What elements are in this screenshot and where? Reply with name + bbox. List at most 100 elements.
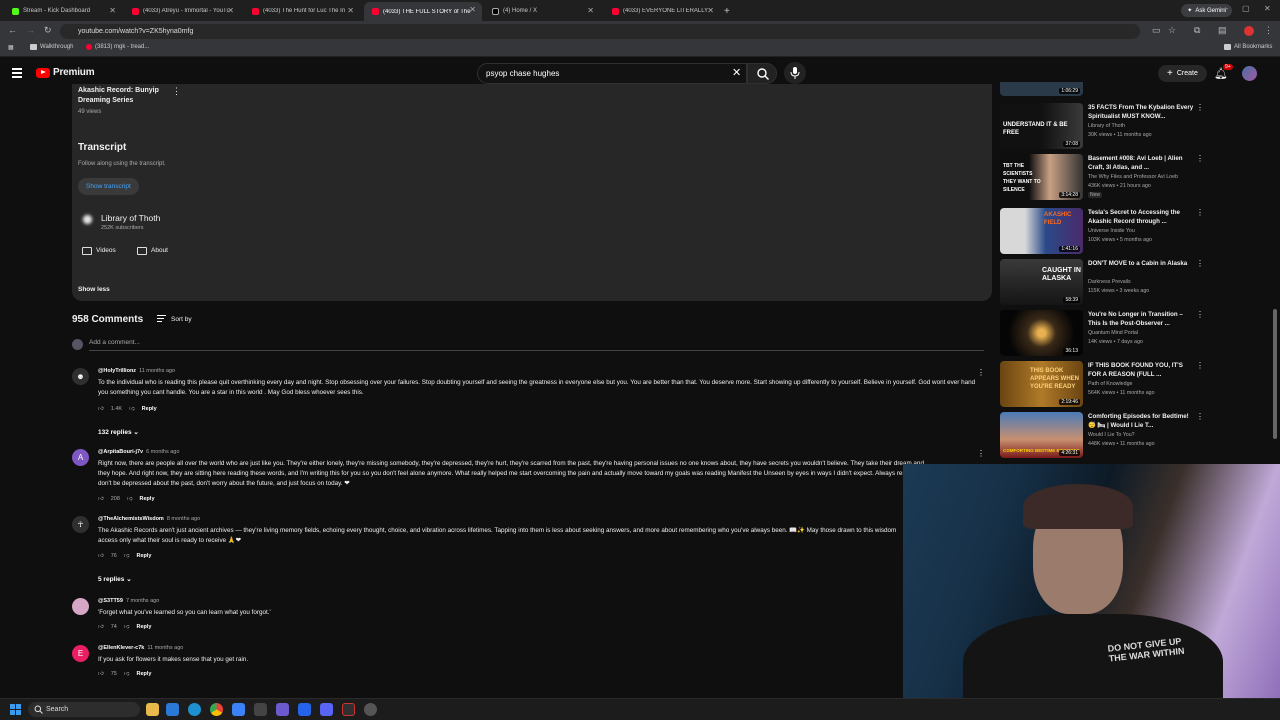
app-icon[interactable] bbox=[254, 703, 267, 716]
video-thumbnail[interactable]: 36:13 bbox=[1000, 310, 1083, 356]
comment-author[interactable]: @ArpitaBouri-j7v 6 months ago bbox=[98, 449, 179, 455]
new-tab-button[interactable]: + bbox=[722, 3, 736, 19]
recommendation-item[interactable]: TBT THE SCIENTISTS THEY WANT TO SILENCE 3… bbox=[1000, 154, 1205, 202]
browser-tab[interactable]: (4) Home / X ✕ bbox=[484, 3, 600, 19]
close-icon[interactable]: ✕ bbox=[347, 6, 354, 15]
browser-tab[interactable]: Stream - Kick Dashboard ✕ bbox=[4, 3, 122, 19]
clear-search-icon[interactable]: ✕ bbox=[732, 66, 741, 79]
maximize-icon[interactable]: ▢ bbox=[1242, 4, 1250, 13]
comment-author[interactable]: @HolyTrillionz 11 months ago bbox=[98, 368, 175, 374]
menu-dots-icon[interactable]: ⋮ bbox=[1264, 25, 1273, 36]
bookmark-walkthrough[interactable]: Walkthrough bbox=[30, 44, 73, 50]
videos-button[interactable]: Videos bbox=[82, 243, 116, 258]
video-thumbnail[interactable]: 1:06:29 bbox=[1000, 82, 1083, 96]
apps-icon[interactable]: ▦ bbox=[8, 44, 14, 51]
replies-toggle[interactable]: 132 replies ⌄ bbox=[98, 428, 139, 436]
store-icon[interactable] bbox=[166, 703, 179, 716]
thumbs-up-icon[interactable]: 👍︎ bbox=[98, 624, 104, 630]
video-thumbnail[interactable]: COMFORTING BEDTIME EPISODES 4:26:31 bbox=[1000, 412, 1083, 458]
file-explorer-icon[interactable] bbox=[146, 703, 159, 716]
more-vert-icon[interactable]: ⋮ bbox=[1196, 361, 1204, 370]
more-vert-icon[interactable]: ⋮ bbox=[977, 368, 985, 377]
thumbs-up-icon[interactable]: 👍︎ bbox=[98, 496, 104, 502]
recommendation-item[interactable]: UNDERSTAND IT & BE FREE 37:08 35 FACTS Fr… bbox=[1000, 103, 1205, 151]
show-less-button[interactable]: Show less bbox=[78, 286, 110, 293]
more-vert-icon[interactable]: ⋮ bbox=[1196, 310, 1204, 319]
add-comment-input[interactable]: Add a comment... bbox=[89, 339, 984, 351]
close-window-icon[interactable]: ✕ bbox=[1264, 4, 1271, 13]
extensions-icon[interactable]: ⧉ bbox=[1194, 25, 1200, 36]
video-thumbnail[interactable]: THIS BOOK APPEARS WHEN YOU'RE READY 2:19:… bbox=[1000, 361, 1083, 407]
recommendation-item[interactable]: THIS BOOK APPEARS WHEN YOU'RE READY 2:19:… bbox=[1000, 361, 1205, 409]
recommendation-item[interactable]: AKASHIC FIELD 1:41:16 Tesla's Secret to A… bbox=[1000, 208, 1205, 256]
thumbs-down-icon[interactable]: 👎︎ bbox=[127, 496, 133, 502]
reply-button[interactable]: Reply bbox=[136, 671, 151, 677]
reply-button[interactable]: Reply bbox=[142, 406, 157, 412]
app-icon[interactable] bbox=[298, 703, 311, 716]
recommendation-item[interactable]: 1:06:29 bbox=[1000, 82, 1205, 96]
thumbs-down-icon[interactable]: 👎︎ bbox=[124, 671, 130, 677]
recommendation-item[interactable]: 36:13 You're No Longer in Transition – T… bbox=[1000, 310, 1205, 358]
avatar[interactable] bbox=[72, 598, 89, 615]
recommendation-item[interactable]: COMFORTING BEDTIME EPISODES 4:26:31 Comfo… bbox=[1000, 412, 1205, 460]
thumbs-down-icon[interactable]: 👎︎ bbox=[124, 624, 130, 630]
discord-icon[interactable] bbox=[320, 703, 333, 716]
reply-button[interactable]: Reply bbox=[136, 624, 151, 630]
video-thumbnail[interactable]: AKASHIC FIELD 1:41:16 bbox=[1000, 208, 1083, 254]
replies-toggle[interactable]: 5 replies ⌄ bbox=[98, 575, 132, 583]
search-button[interactable] bbox=[747, 63, 777, 84]
video-thumbnail[interactable]: UNDERSTAND IT & BE FREE 37:08 bbox=[1000, 103, 1083, 149]
more-vert-icon[interactable]: ⋮ bbox=[1196, 412, 1204, 421]
all-bookmarks[interactable]: All Bookmarks bbox=[1224, 44, 1272, 50]
chrome-icon[interactable] bbox=[210, 703, 223, 716]
cast-icon[interactable]: ▭ bbox=[1152, 25, 1161, 36]
about-button[interactable]: About bbox=[137, 243, 168, 258]
comment-author[interactable]: @S3TT59 7 months ago bbox=[98, 598, 159, 604]
thumbs-down-icon[interactable]: 👎︎ bbox=[129, 406, 135, 412]
video-thumbnail[interactable]: TBT THE SCIENTISTS THEY WANT TO SILENCE 3… bbox=[1000, 154, 1083, 200]
minimize-icon[interactable]: — bbox=[1220, 4, 1228, 13]
scrollbar-thumb[interactable] bbox=[1273, 309, 1277, 439]
browser-tab[interactable]: (4033) Atreyu - Immortal - YouTube ✕ bbox=[124, 3, 240, 19]
more-vert-icon[interactable]: ⋮ bbox=[1196, 208, 1204, 217]
show-transcript-button[interactable]: Show transcript bbox=[78, 178, 139, 195]
avatar[interactable]: A bbox=[72, 449, 89, 466]
close-icon[interactable]: ✕ bbox=[469, 5, 476, 14]
voice-search-button[interactable] bbox=[784, 62, 806, 84]
url-field[interactable]: youtube.com/watch?v=ZK5hyna0mfg bbox=[60, 24, 1140, 39]
profile-icon[interactable] bbox=[1244, 26, 1254, 36]
windows-start-icon[interactable] bbox=[10, 704, 21, 715]
forward-icon[interactable]: → bbox=[26, 25, 35, 35]
thumbs-down-icon[interactable]: 👎︎ bbox=[124, 553, 130, 559]
app-icon[interactable] bbox=[232, 703, 245, 716]
series-title[interactable]: Akashic Record: Bunyip Dreaming Series bbox=[78, 86, 173, 106]
comment-author[interactable]: @EllenKlever-c7k 11 months ago bbox=[98, 645, 183, 651]
comment-author[interactable]: @TheAlchemistsWisdom 8 months ago bbox=[98, 516, 200, 522]
bookmark-star-icon[interactable]: ☆ bbox=[1168, 25, 1176, 36]
app-icon[interactable] bbox=[276, 703, 289, 716]
avatar[interactable]: ☥ bbox=[72, 516, 89, 533]
bookmark-mgk[interactable]: (3813) mgk - tread... bbox=[86, 44, 149, 50]
avatar[interactable]: E bbox=[72, 645, 89, 662]
hamburger-menu-icon[interactable] bbox=[12, 68, 22, 80]
avatar[interactable] bbox=[1242, 66, 1257, 81]
search-input[interactable]: psyop chase hughes bbox=[477, 63, 747, 84]
close-icon[interactable]: ✕ bbox=[587, 6, 594, 15]
sort-by-button[interactable]: Sort by bbox=[157, 315, 192, 324]
more-vert-icon[interactable]: ⋮ bbox=[977, 449, 985, 458]
reply-button[interactable]: Reply bbox=[136, 553, 151, 559]
video-thumbnail[interactable]: CAUGHT IN ALASKA 58:39 bbox=[1000, 259, 1083, 305]
taskbar-search[interactable]: Search bbox=[28, 702, 140, 717]
browser-tab-active[interactable]: (4033) THE FULL STORY of The A ✕ bbox=[364, 2, 482, 21]
browser-tab[interactable]: (4033) The Hunt for Luc The In ✕ bbox=[244, 3, 360, 19]
more-vert-icon[interactable]: ⋮ bbox=[1196, 259, 1204, 268]
close-icon[interactable]: ✕ bbox=[707, 6, 714, 15]
thumbs-up-icon[interactable]: 👍︎ bbox=[98, 553, 104, 559]
create-button[interactable]: + Create bbox=[1158, 65, 1207, 82]
sidebar-icon[interactable]: ▤ bbox=[1218, 25, 1227, 36]
reload-icon[interactable]: ↻ bbox=[44, 25, 52, 36]
edge-icon[interactable] bbox=[188, 703, 201, 716]
avatar[interactable]: ☻ bbox=[72, 368, 89, 385]
recommendation-item[interactable]: CAUGHT IN ALASKA 58:39 DON'T MOVE to a Ca… bbox=[1000, 259, 1205, 307]
channel-name[interactable]: Library of Thoth bbox=[101, 213, 160, 223]
